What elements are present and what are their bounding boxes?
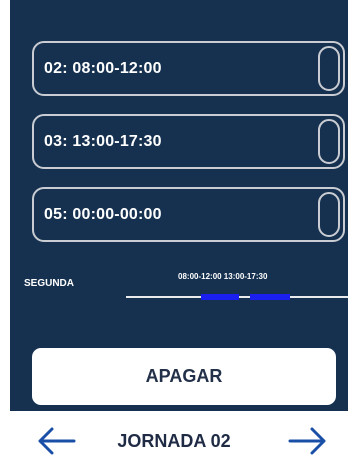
arrow-right-icon[interactable] [288,427,328,455]
time-slot-toggle[interactable] [318,119,340,164]
schedule-panel: 02: 08:00-12:00 03: 13:00-17:30 05: 00:0… [10,0,348,411]
time-slot-05[interactable]: 05: 00:00-00:00 [32,187,345,242]
time-slot-toggle[interactable] [318,192,340,237]
off-button[interactable]: APAGAR [32,348,336,405]
time-slot-label: 03: 13:00-17:30 [44,133,162,150]
time-slot-label: 05: 00:00-00:00 [44,206,162,223]
time-slot-03[interactable]: 03: 13:00-17:30 [32,114,345,169]
day-label: SEGUNDA [24,278,75,289]
time-slot-toggle[interactable] [318,46,340,91]
timeline-segment [201,294,239,300]
time-slot-label: 02: 08:00-12:00 [44,60,162,77]
time-slot-02[interactable]: 02: 08:00-12:00 [32,41,345,96]
footer-nav: JORNADA 02 [0,411,348,469]
timeline-segment [250,294,290,300]
timeline-ranges-text: 08:00-12:00 13:00-17:30 [178,272,268,281]
